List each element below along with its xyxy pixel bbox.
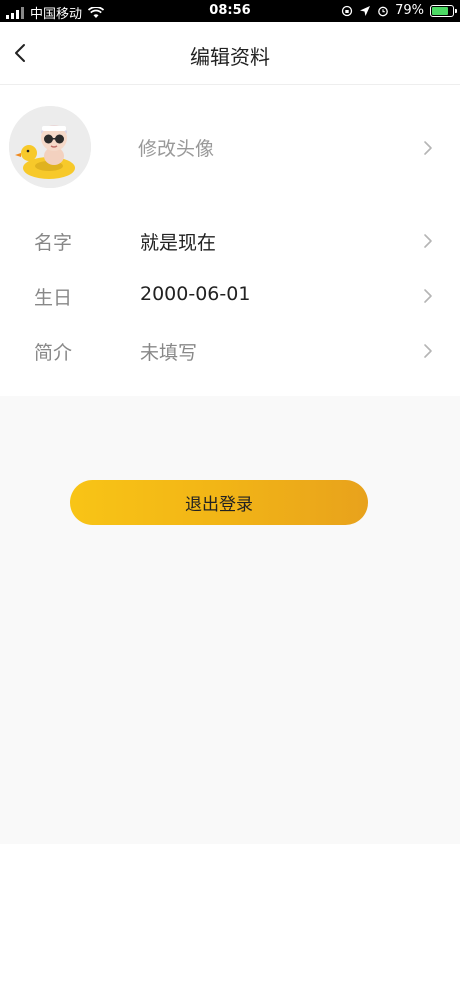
- location-icon: [360, 5, 371, 16]
- content-background: 退出登录: [0, 396, 460, 844]
- status-bar: 中国移动 08:56 79%: [0, 0, 460, 22]
- change-avatar-label: 修改头像: [138, 138, 215, 160]
- bio-row[interactable]: 简介 未填写: [0, 323, 460, 378]
- avatar[interactable]: [9, 106, 91, 188]
- chevron-right-icon: [424, 234, 432, 248]
- page-title: 编辑资料: [190, 45, 270, 69]
- status-right: 79%: [341, 3, 457, 18]
- battery-percent: 79%: [395, 3, 424, 18]
- bio-label: 简介: [34, 342, 73, 364]
- battery-icon: [430, 4, 457, 17]
- alarm-icon: [378, 6, 388, 16]
- chevron-right-icon: [424, 141, 432, 155]
- name-label: 名字: [34, 232, 73, 254]
- birthday-row[interactable]: 生日 2000-06-01: [0, 268, 460, 323]
- birthday-value: 2000-06-01: [140, 283, 251, 305]
- avatar-image: [9, 106, 91, 188]
- logout-button[interactable]: 退出登录: [70, 480, 368, 525]
- change-avatar-row[interactable]: 修改头像: [0, 86, 460, 206]
- chevron-right-icon: [424, 289, 432, 303]
- chevron-right-icon: [424, 344, 432, 358]
- name-value: 就是现在: [140, 232, 217, 254]
- nav-bar: 编辑资料: [0, 22, 460, 85]
- bio-value: 未填写: [140, 342, 198, 364]
- name-row[interactable]: 名字 就是现在: [0, 213, 460, 268]
- birthday-label: 生日: [34, 287, 73, 309]
- orientation-lock-icon: [341, 5, 353, 16]
